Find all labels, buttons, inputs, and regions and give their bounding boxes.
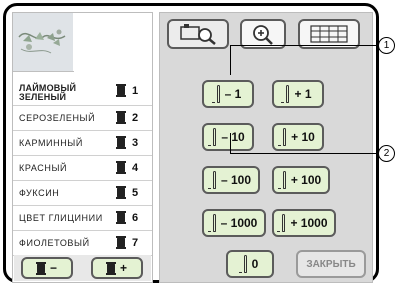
spool-icon — [35, 261, 46, 275]
needle-icon — [278, 128, 288, 146]
callout-line-2 — [230, 153, 379, 154]
embroidery-preview — [13, 13, 74, 72]
spool-icon — [105, 261, 116, 275]
needle-icon — [208, 128, 218, 146]
callout-line-1 — [230, 45, 379, 46]
needle-icon — [211, 85, 222, 103]
previous-thread-label: − — [49, 261, 57, 275]
spool-icon — [116, 236, 126, 249]
callout-line-2-vertical — [230, 133, 231, 153]
thread-row[interactable]: ЛАЙМОВЫЙ ЗЕЛЕНЫЙ 1 — [13, 79, 152, 106]
callout-line-1-vertical — [230, 45, 231, 75]
callout-badge-2: 2 — [378, 145, 395, 162]
minus-100-label: – 100 — [220, 173, 252, 187]
thread-number: 4 — [132, 162, 139, 174]
preview-background — [73, 13, 152, 71]
thread-row[interactable]: КРАСНЫЙ 4 — [13, 156, 152, 181]
minus-10-label: – 10 — [221, 130, 245, 144]
needle-icon — [277, 171, 288, 189]
thread-number: 3 — [132, 137, 139, 149]
spool-icon — [116, 161, 126, 174]
plus-1000-stitch-button[interactable]: + 1000 — [272, 209, 336, 237]
spool-icon — [116, 211, 126, 224]
minus-1000-stitch-button[interactable]: – 1000 — [202, 209, 266, 237]
needle-icon — [207, 214, 218, 232]
thread-number: 6 — [132, 212, 139, 224]
thread-number: 5 — [132, 187, 139, 199]
zoom-icon — [253, 25, 273, 45]
thread-row[interactable]: ФИОЛЕТОВЫЙ 7 — [13, 231, 152, 256]
stitch-navigation-panel: – 1 + 1 – 10 + 10 – 100 + 100 – 1000 + 1… — [159, 12, 373, 283]
thread-row[interactable]: КАРМИННЫЙ 3 — [13, 131, 152, 156]
spool-icon — [116, 111, 126, 124]
close-label: ЗАКРЫТЬ — [306, 258, 356, 270]
close-button[interactable]: ЗАКРЫТЬ — [296, 250, 366, 278]
next-thread-button[interactable]: + — [91, 257, 143, 279]
thread-row[interactable]: СЕРОЗЕЛЕНЫЙ 2 — [13, 106, 152, 131]
previous-thread-button[interactable]: − — [21, 257, 73, 279]
callout-badge-1: 1 — [378, 37, 395, 54]
needle-icon — [281, 85, 291, 103]
thread-name: КАРМИННЫЙ — [19, 138, 83, 148]
embroidery-pattern-preview — [18, 29, 66, 54]
thread-list-panel: ЛАЙМОВЫЙ ЗЕЛЕНЫЙ 1 СЕРОЗЕЛЕНЫЙ 2 КАРМИНН… — [12, 12, 153, 283]
minus-1-label: – 1 — [224, 87, 242, 101]
thread-row[interactable]: ФУКСИН 5 — [13, 181, 152, 206]
thread-name: ЛАЙМОВЫЙ ЗЕЛЕНЫЙ — [19, 83, 77, 102]
plus-100-stitch-button[interactable]: + 100 — [272, 166, 330, 194]
thread-number: 2 — [132, 112, 139, 124]
thread-name: ЦВЕТ ГЛИЦИНИИ — [19, 213, 103, 223]
spool-icon — [116, 186, 126, 199]
thread-number: 7 — [132, 237, 139, 249]
thread-list: ЛАЙМОВЫЙ ЗЕЛЕНЫЙ 1 СЕРОЗЕЛЕНЫЙ 2 КАРМИНН… — [13, 79, 152, 256]
needle-icon — [207, 171, 218, 189]
plus-100-label: + 100 — [290, 173, 322, 187]
grid-icon — [310, 25, 348, 43]
minus-1-stitch-button[interactable]: – 1 — [202, 80, 254, 108]
plus-10-label: + 10 — [291, 130, 315, 144]
plus-1-label: + 1 — [294, 87, 312, 101]
next-thread-label: + — [119, 261, 127, 275]
reset-zero-button[interactable]: 0 — [226, 250, 274, 278]
thread-number: 1 — [132, 85, 139, 97]
thread-name: СЕРОЗЕЛЕНЫЙ — [19, 113, 96, 123]
spool-icon — [116, 84, 126, 97]
needle-icon — [277, 214, 287, 232]
minus-1000-label: – 1000 — [220, 216, 258, 230]
reset-zero-label: 0 — [251, 257, 259, 271]
minus-100-stitch-button[interactable]: – 100 — [202, 166, 260, 194]
stitch-magnify-icon — [180, 24, 216, 45]
spool-icon — [116, 136, 126, 149]
thread-name: ФУКСИН — [19, 188, 60, 198]
minus-10-stitch-button[interactable]: – 10 — [202, 123, 254, 151]
thread-name: ФИОЛЕТОВЫЙ — [19, 238, 90, 248]
plus-1-stitch-button[interactable]: + 1 — [272, 80, 324, 108]
needle-icon — [238, 255, 249, 273]
plus-10-stitch-button[interactable]: + 10 — [272, 123, 324, 151]
plus-1000-label: + 1000 — [290, 216, 328, 230]
stitch-magnify-button[interactable] — [167, 19, 229, 49]
thread-name: КРАСНЫЙ — [19, 163, 68, 173]
thread-row[interactable]: ЦВЕТ ГЛИЦИНИИ 6 — [13, 206, 152, 231]
